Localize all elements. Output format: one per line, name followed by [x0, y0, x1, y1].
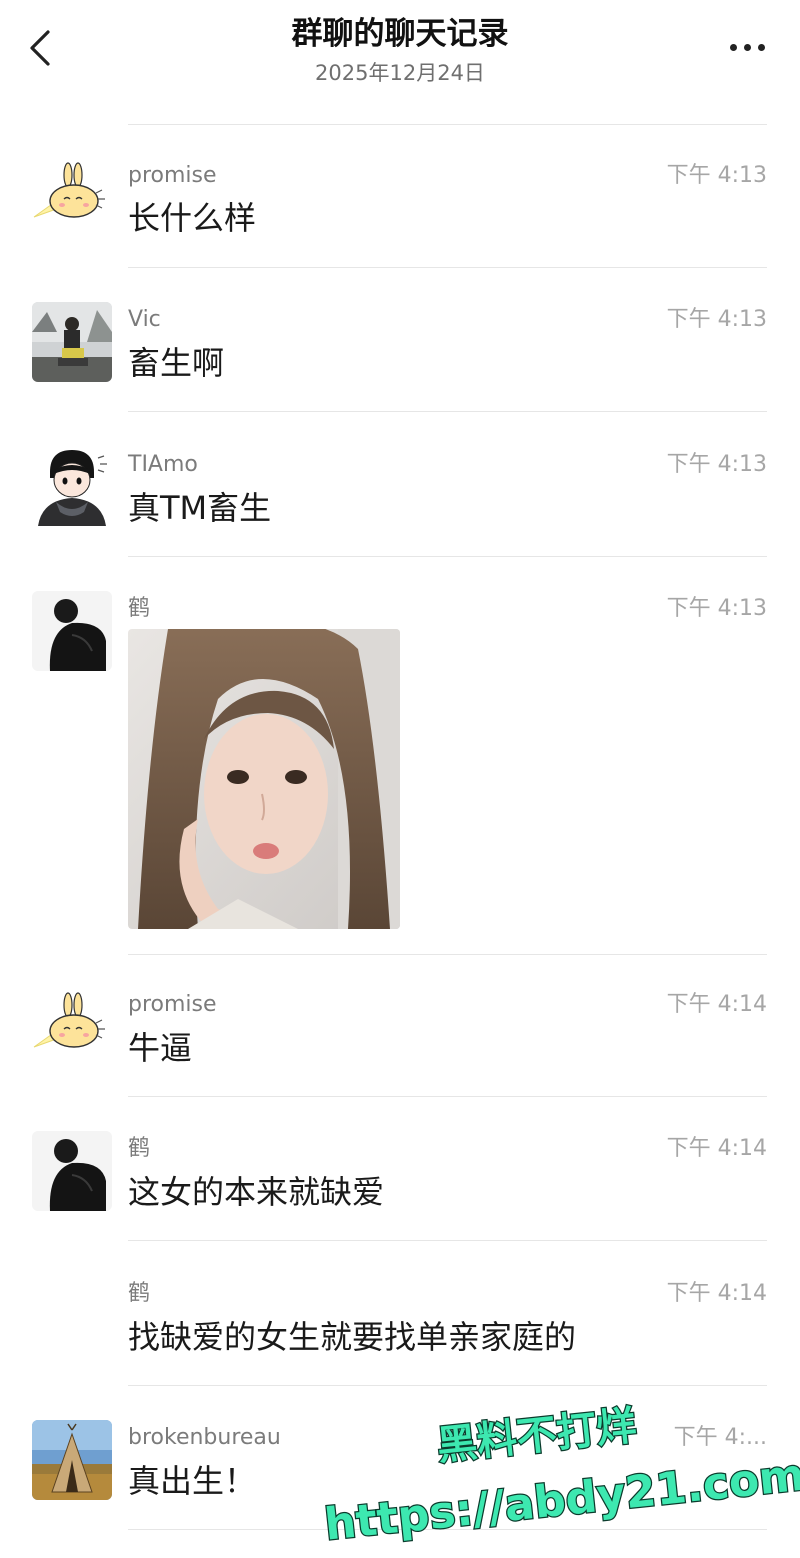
more-dot-icon — [744, 44, 751, 51]
divider — [128, 954, 767, 955]
divider — [128, 1096, 767, 1097]
divider — [128, 411, 767, 412]
message-text: 牛逼 — [128, 1029, 193, 1067]
watermark-line1: 黑料不打烊 — [435, 1403, 639, 1470]
message-text: 真TM畜生 — [128, 489, 272, 527]
message-time: 下午 4:13 — [666, 596, 767, 621]
divider — [128, 556, 767, 557]
bunny-avatar[interactable] — [32, 987, 112, 1067]
photo-avatar[interactable] — [32, 302, 112, 382]
message-text: 找缺爱的女生就要找单亲家庭的 — [128, 1318, 577, 1356]
message-time: 下午 4:13 — [666, 163, 767, 188]
message-time: 下午 4:13 — [666, 307, 767, 332]
sender-name: 鹤 — [128, 596, 151, 621]
sender-name: promise — [128, 163, 217, 188]
watermark-overlay: 黑料不打烊 https://abdy21.com — [300, 1380, 800, 1554]
message-text: 畜生啊 — [128, 344, 225, 382]
message-time: 下午 4:... — [673, 1425, 767, 1450]
selfie-photo[interactable] — [128, 629, 400, 929]
divider — [128, 124, 767, 125]
dark-figure-avatar[interactable] — [32, 1131, 112, 1211]
sender-name: brokenbureau — [128, 1425, 281, 1450]
divider — [128, 1529, 767, 1530]
divider — [128, 1385, 767, 1386]
more-options-button[interactable] — [726, 38, 770, 58]
message-time: 下午 4:14 — [666, 1281, 767, 1306]
tent-avatar[interactable] — [32, 1420, 112, 1500]
more-dot-icon — [758, 44, 765, 51]
page-title: 群聊的聊天记录 — [291, 16, 509, 52]
divider — [128, 267, 767, 268]
message-text: 长什么样 — [128, 199, 257, 237]
message-text: 这女的本来就缺爱 — [128, 1173, 385, 1211]
divider — [128, 1240, 767, 1241]
sender-name: Vic — [128, 307, 161, 332]
bunny-avatar[interactable] — [32, 157, 112, 237]
chat-history-header: 群聊的聊天记录 2025年12月24日 — [0, 0, 800, 110]
message-time: 下午 4:13 — [666, 452, 767, 477]
sender-name: TIAmo — [128, 452, 198, 477]
message-text: 真出生！ — [128, 1462, 257, 1500]
sender-name: promise — [128, 992, 217, 1017]
cartoon-boy-avatar[interactable] — [32, 446, 112, 526]
page-date: 2025年12月24日 — [315, 61, 485, 85]
message-time: 下午 4:14 — [666, 1136, 767, 1161]
sender-name: 鹤 — [128, 1136, 151, 1161]
more-dot-icon — [730, 44, 737, 51]
sender-name: 鹤 — [128, 1281, 151, 1306]
dark-figure-avatar[interactable] — [32, 591, 112, 671]
message-time: 下午 4:14 — [666, 992, 767, 1017]
watermark-line2: https://abdy21.com — [322, 1450, 800, 1551]
